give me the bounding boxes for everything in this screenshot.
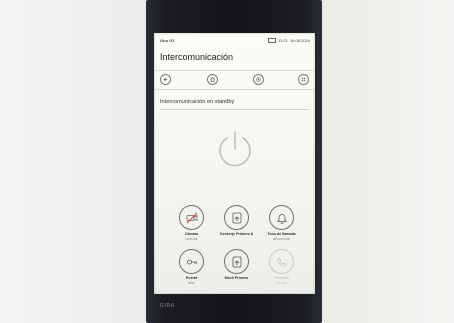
- apps-button[interactable]: [298, 74, 309, 85]
- device-name: Gira G1: [160, 38, 175, 43]
- tile-label: Conserje Primero A: [219, 232, 254, 236]
- battery-icon: [267, 38, 276, 43]
- status-time: 13:21: [277, 38, 288, 43]
- section-title: Intercomunicación en standby: [160, 99, 235, 105]
- tile-label: Puerta: [185, 276, 198, 280]
- door-call-icon: [232, 212, 241, 223]
- power-icon: [219, 131, 251, 167]
- door-open-button[interactable]: [179, 249, 204, 274]
- camera-off-icon: [186, 212, 197, 223]
- status-date: 16.08.2024: [289, 38, 310, 43]
- back-button[interactable]: [160, 74, 171, 85]
- tile-label: Móvil Primero: [224, 276, 249, 280]
- tile-sublabel: llamada: [275, 281, 288, 285]
- ringtone-button[interactable]: [269, 205, 294, 230]
- door-call-icon: [232, 256, 241, 267]
- status-bar: Gira G1 13:21 16.08.2024: [154, 33, 315, 45]
- camera-button[interactable]: [179, 205, 204, 230]
- door-call-tile-1[interactable]: Conserje Primero A: [214, 205, 259, 245]
- page-title: Intercomunicación: [160, 52, 234, 62]
- camera-tile[interactable]: Cámara conectar: [169, 205, 214, 245]
- home-button[interactable]: [207, 74, 218, 85]
- phone-icon: [276, 256, 287, 267]
- wall-background-right: [322, 0, 454, 323]
- tile-label: Cámara: [184, 232, 199, 236]
- door-call-button-1[interactable]: [224, 205, 249, 230]
- status-right-group: 13:21 16.08.2024: [267, 38, 310, 43]
- action-grid: Cámara conectar Conserje Primero A Tono …: [169, 205, 305, 291]
- device-brand-label: GIRA: [160, 303, 175, 309]
- key-icon: [186, 259, 197, 264]
- connect-call-tile[interactable]: Conectar llamada: [259, 249, 304, 289]
- door-call-tile-2[interactable]: Móvil Primero: [214, 249, 259, 289]
- standby-power-button[interactable]: [214, 128, 256, 170]
- section-divider: [160, 109, 309, 110]
- wall-background-left: [0, 0, 146, 323]
- tile-label: Conectar: [273, 276, 290, 280]
- tile-sublabel: desconectar: [272, 237, 291, 241]
- grid-icon: [301, 77, 306, 82]
- ringtone-tile[interactable]: Tono de llamada desconectar: [259, 205, 304, 245]
- door-open-tile[interactable]: Puerta abrir: [169, 249, 214, 289]
- home-icon: [210, 77, 215, 82]
- bell-icon: [276, 213, 287, 224]
- tile-sublabel: abrir: [188, 281, 195, 285]
- navigation-bar: [154, 70, 315, 90]
- settings-button[interactable]: [253, 74, 264, 85]
- arrow-left-icon: [163, 77, 168, 82]
- door-call-button-2[interactable]: [224, 249, 249, 274]
- connect-call-button[interactable]: [269, 249, 294, 274]
- tile-label: Tono de llamada: [267, 232, 296, 236]
- tile-sublabel: conectar: [185, 237, 198, 241]
- gear-icon: [256, 77, 261, 82]
- touch-screen: Gira G1 13:21 16.08.2024 Intercomunicaci…: [154, 33, 315, 294]
